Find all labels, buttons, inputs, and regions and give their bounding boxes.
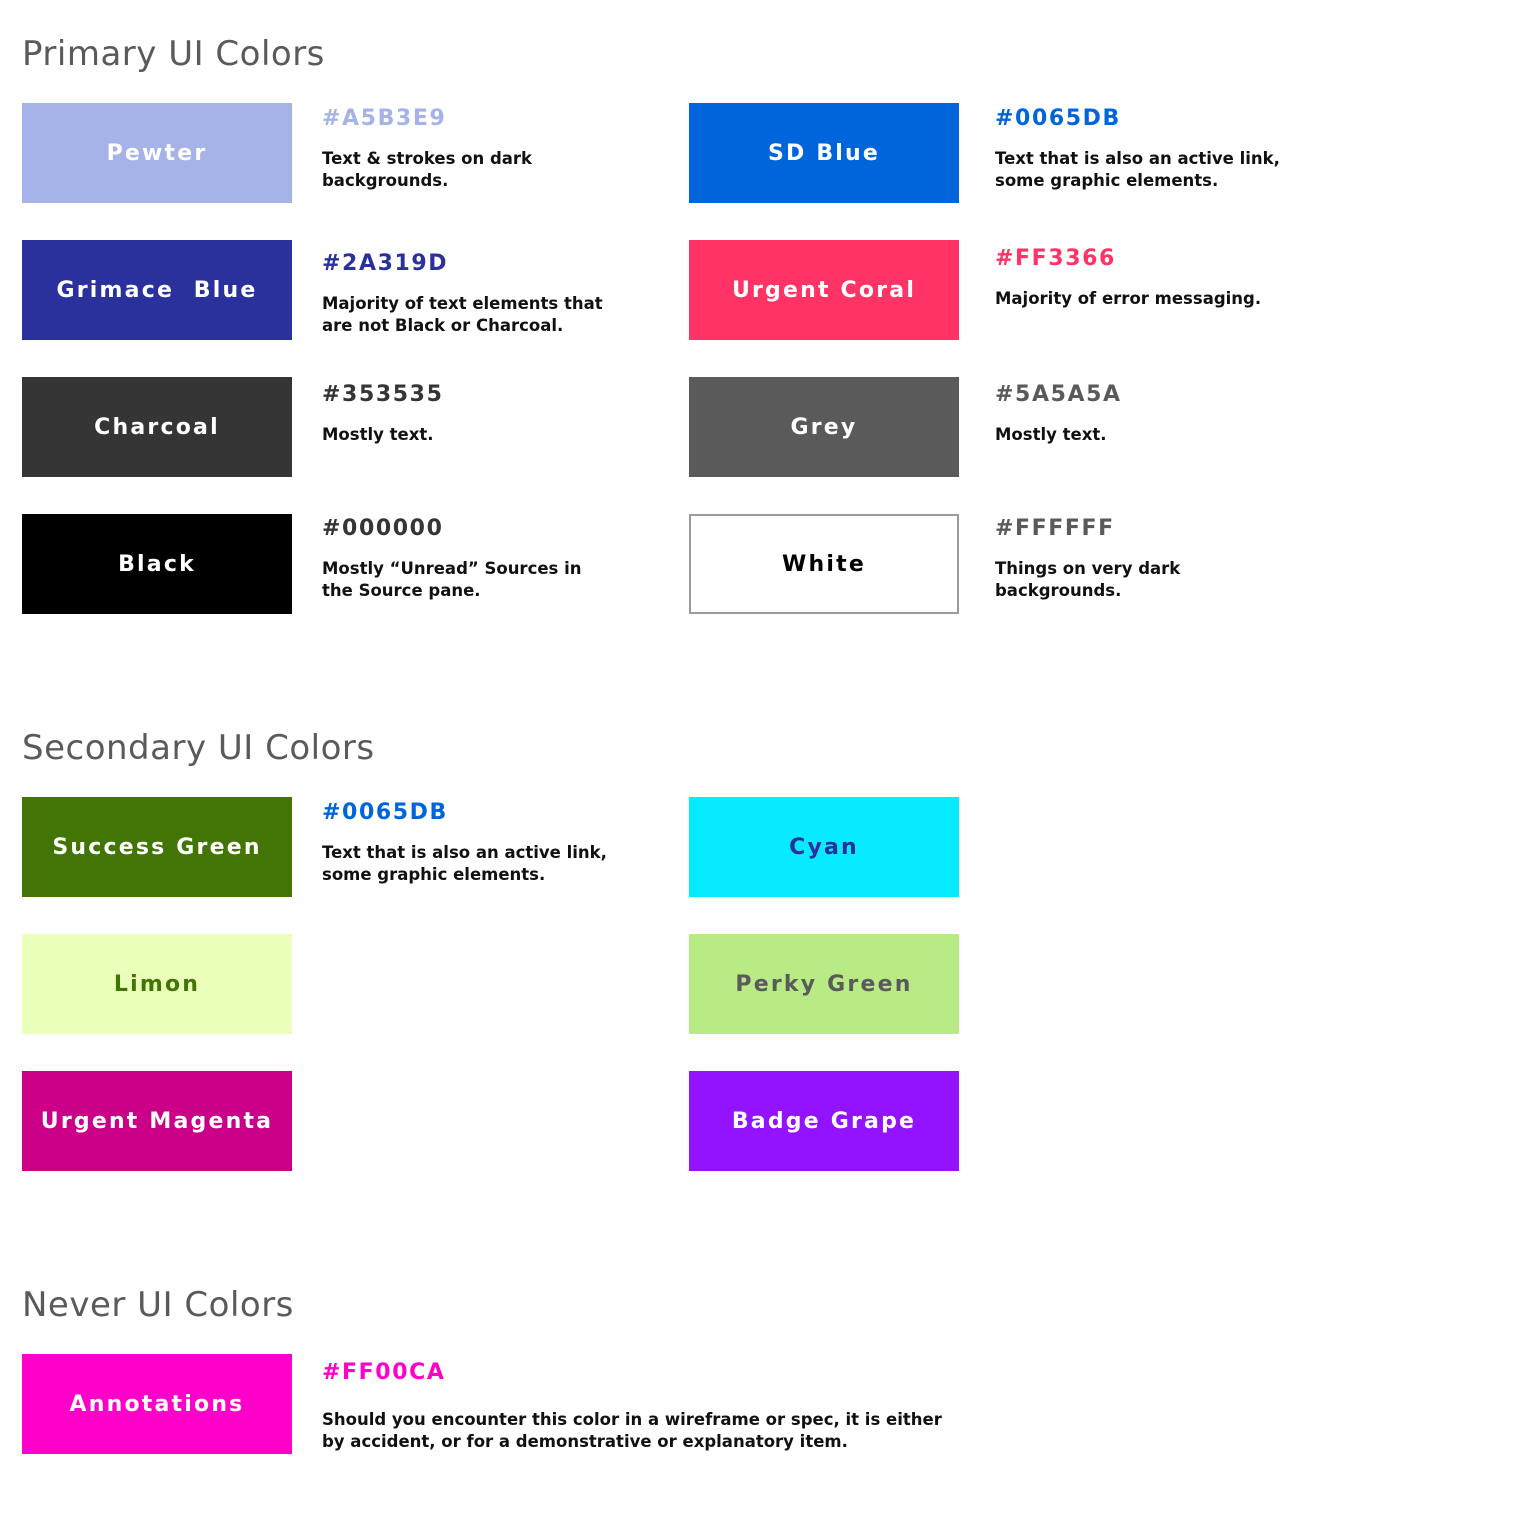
color-swatch-pewter: Pewter <box>22 103 292 203</box>
color-description: Majority of text elements that are not B… <box>322 293 603 337</box>
hex-code: #000000 <box>322 516 444 541</box>
description-line: Mostly “Unread” Sources in <box>322 559 582 578</box>
hex-code: #FF3366 <box>995 246 1116 271</box>
swatch-label: Limon <box>113 971 201 997</box>
color-swatch-black: Black <box>22 514 292 614</box>
description-line: Mostly text. <box>995 425 1107 444</box>
swatch-label: White <box>782 551 866 577</box>
description-line: some graphic elements. <box>995 171 1219 190</box>
hex-code: #353535 <box>322 382 444 407</box>
hex-code: #2A319D <box>322 251 449 276</box>
color-description: Mostly text. <box>322 424 434 446</box>
color-swatch-urgent-magenta: Urgent Magenta <box>22 1071 292 1171</box>
description-line: Should you encounter this color in a wir… <box>322 1410 942 1429</box>
color-description: Mostly text. <box>995 424 1107 446</box>
hex-code: #FFFFFF <box>995 516 1115 541</box>
swatch-label: Grey <box>790 414 858 440</box>
description-line: Mostly text. <box>322 425 434 444</box>
description-line: Majority of error messaging. <box>995 289 1262 308</box>
color-description: Text that is also an active link, some g… <box>995 148 1280 192</box>
description-line: backgrounds. <box>995 581 1122 600</box>
hex-code: #0065DB <box>322 800 448 825</box>
swatch-label: Grimace Blue <box>56 277 258 303</box>
color-swatch-sd-blue: SD Blue <box>689 103 959 203</box>
never-section-title: Never UI Colors <box>22 1285 294 1325</box>
description-line: Text & strokes on dark <box>322 149 533 168</box>
color-description: Mostly “Unread” Sources in the Source pa… <box>322 558 582 602</box>
swatch-label: Charcoal <box>94 414 220 440</box>
description-line: Text that is also an active link, <box>322 843 607 862</box>
color-swatch-perky-green: Perky Green <box>689 934 959 1034</box>
hex-code: #A5B3E9 <box>322 106 447 131</box>
swatch-label: Badge Grape <box>731 1108 917 1134</box>
color-swatch-success-green: Success Green <box>22 797 292 897</box>
description-line: some graphic elements. <box>322 865 546 884</box>
color-swatch-badge-grape: Badge Grape <box>689 1071 959 1171</box>
description-line: by accident, or for a demonstrative or e… <box>322 1432 848 1451</box>
swatch-label: Pewter <box>106 140 208 166</box>
description-line: backgrounds. <box>322 171 449 190</box>
color-description: Text & strokes on dark backgrounds. <box>322 148 532 192</box>
swatch-label: Black <box>118 551 196 577</box>
swatch-label: Urgent Coral <box>731 277 917 303</box>
description-line: are not Black or Charcoal. <box>322 316 564 335</box>
color-swatch-grimace-blue: Grimace Blue <box>22 240 292 340</box>
color-description: Should you encounter this color in a wir… <box>322 1409 942 1453</box>
secondary-section-title: Secondary UI Colors <box>22 728 375 768</box>
description-line: the Source pane. <box>322 581 481 600</box>
color-description: Majority of error messaging. <box>995 288 1261 310</box>
color-description: Things on very dark backgrounds. <box>995 558 1180 602</box>
swatch-label: Annotations <box>69 1391 245 1417</box>
color-swatch-annotations: Annotations <box>22 1354 292 1454</box>
color-swatch-grey: Grey <box>689 377 959 477</box>
color-swatch-charcoal: Charcoal <box>22 377 292 477</box>
swatch-label: Success Green <box>52 834 262 860</box>
description-line: Text that is also an active link, <box>995 149 1280 168</box>
color-description: Text that is also an active link, some g… <box>322 842 607 886</box>
hex-code: #5A5A5A <box>995 382 1122 407</box>
color-swatch-limon: Limon <box>22 934 292 1034</box>
description-line: Things on very dark <box>995 559 1181 578</box>
hex-code: #FF00CA <box>322 1360 446 1385</box>
swatch-label: Urgent Magenta <box>40 1108 274 1134</box>
swatch-label: Perky Green <box>735 971 913 997</box>
primary-section-title: Primary UI Colors <box>22 34 325 74</box>
color-swatch-white: White <box>689 514 959 614</box>
swatch-label: Cyan <box>789 834 859 860</box>
swatch-label: SD Blue <box>767 140 881 166</box>
color-swatch-urgent-coral: Urgent Coral <box>689 240 959 340</box>
hex-code: #0065DB <box>995 106 1121 131</box>
color-swatch-cyan: Cyan <box>689 797 959 897</box>
description-line: Majority of text elements that <box>322 294 603 313</box>
